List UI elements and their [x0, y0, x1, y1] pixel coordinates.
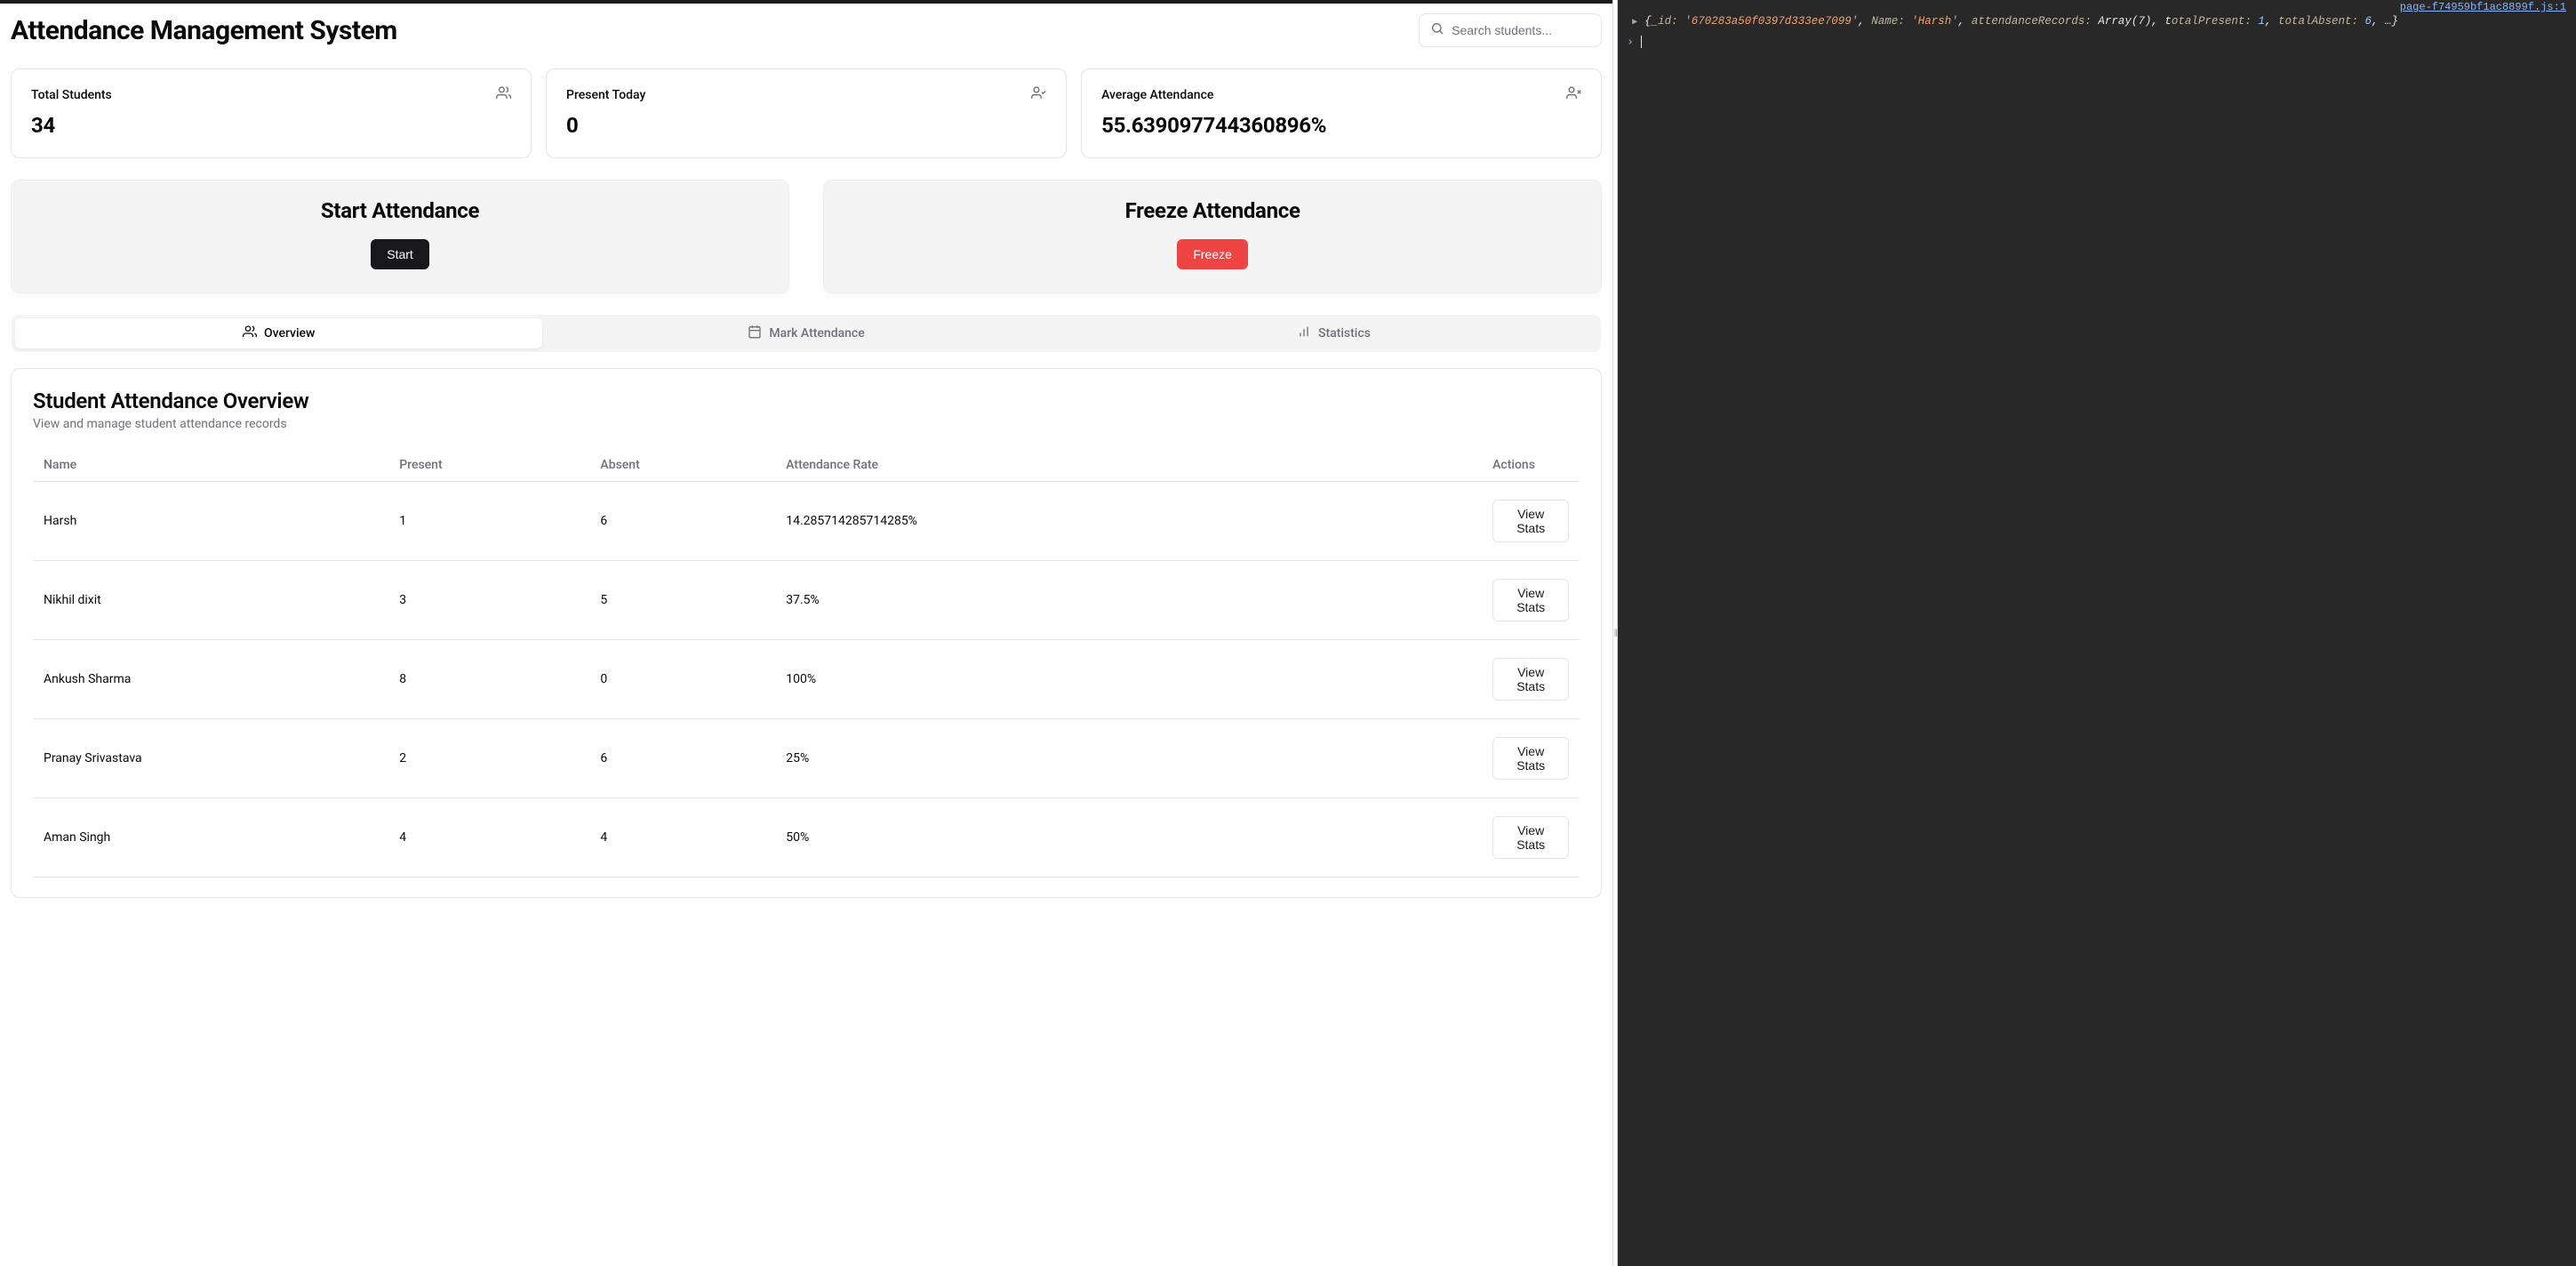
cell-absent: 6	[589, 482, 775, 561]
attendance-table: Name Present Absent Attendance Rate Acti…	[33, 449, 1580, 877]
table-row: Pranay Srivastava2625%View Stats	[33, 719, 1580, 798]
expand-arrow-icon[interactable]: ▶	[1625, 13, 1644, 30]
start-attendance-card: Start Attendance Start	[11, 180, 789, 293]
console-log-content: {_id: '670283a50f0397d333ee7099', Name: …	[1644, 13, 2398, 29]
app-pane: Attendance Management System Total Stude…	[0, 0, 1612, 1266]
cell-absent: 5	[589, 561, 775, 640]
cell-name: Aman Singh	[33, 798, 388, 877]
table-row: Nikhil dixit3537.5%View Stats	[33, 561, 1580, 640]
cell-present: 2	[388, 719, 589, 798]
cell-name: Harsh	[33, 482, 388, 561]
view-stats-button[interactable]: View Stats	[1492, 658, 1569, 701]
freeze-card-title: Freeze Attendance	[842, 198, 1583, 223]
tabs: Overview Mark Attendance Statistics	[12, 315, 1601, 352]
stat-value: 34	[31, 113, 511, 138]
table-row: Ankush Sharma80100%View Stats	[33, 640, 1580, 719]
search-icon	[1430, 21, 1452, 39]
cell-rate: 100%	[775, 640, 1482, 719]
stat-value: 0	[566, 113, 1046, 138]
user-check-icon	[1031, 85, 1046, 104]
stat-label: Average Attendance	[1101, 88, 1213, 102]
cell-name: Pranay Srivastava	[33, 719, 388, 798]
table-card-title: Student Attendance Overview	[33, 389, 1580, 413]
cell-rate: 25%	[775, 719, 1482, 798]
freeze-attendance-card: Freeze Attendance Freeze	[823, 180, 1602, 293]
stat-card-present: Present Today 0	[546, 68, 1067, 158]
cell-absent: 4	[589, 798, 775, 877]
start-button[interactable]: Start	[371, 239, 429, 269]
view-stats-button[interactable]: View Stats	[1492, 737, 1569, 780]
tab-statistics[interactable]: Statistics	[1070, 318, 1597, 349]
cell-rate: 37.5%	[775, 561, 1482, 640]
console-prompt[interactable]: ›	[1625, 36, 2569, 49]
prompt-chevron-icon: ›	[1625, 36, 1641, 49]
cell-present: 8	[388, 640, 589, 719]
table-header-row: Name Present Absent Attendance Rate Acti…	[33, 449, 1580, 482]
devtools-console[interactable]: page-f74959bf1ac8899f.js:1 ▶ {_id: '6702…	[1618, 0, 2576, 1266]
cell-present: 1	[388, 482, 589, 561]
pane-divider[interactable]: ||	[1612, 0, 1618, 1266]
col-rate: Attendance Rate	[775, 449, 1482, 482]
overview-table-card: Student Attendance Overview View and man…	[11, 368, 1602, 898]
col-present: Present	[388, 449, 589, 482]
cell-rate: 50%	[775, 798, 1482, 877]
table-row: Harsh1614.285714285714285%View Stats	[33, 482, 1580, 561]
search-input[interactable]	[1452, 23, 1590, 37]
header: Attendance Management System	[11, 13, 1602, 47]
view-stats-button[interactable]: View Stats	[1492, 816, 1569, 859]
action-cards: Start Attendance Start Freeze Attendance…	[11, 180, 1602, 293]
cell-present: 3	[388, 561, 589, 640]
cell-name: Nikhil dixit	[33, 561, 388, 640]
start-card-title: Start Attendance	[29, 198, 771, 223]
cell-present: 4	[388, 798, 589, 877]
search-box[interactable]	[1419, 13, 1602, 47]
stat-label: Present Today	[566, 88, 645, 102]
tab-label: Statistics	[1318, 326, 1371, 341]
tab-mark-attendance[interactable]: Mark Attendance	[542, 318, 1069, 349]
console-source-link[interactable]: page-f74959bf1ac8899f.js:1	[1625, 0, 2569, 13]
view-stats-button[interactable]: View Stats	[1492, 500, 1569, 542]
stat-label: Total Students	[31, 88, 112, 102]
stat-card-total: Total Students 34	[11, 68, 532, 158]
bar-chart-icon	[1297, 325, 1311, 342]
cell-absent: 0	[589, 640, 775, 719]
users-icon	[243, 325, 257, 342]
col-name: Name	[33, 449, 388, 482]
page-title: Attendance Management System	[11, 15, 397, 46]
col-actions: Actions	[1482, 449, 1580, 482]
user-x-icon	[1566, 85, 1581, 104]
stat-card-average: Average Attendance 55.639097744360896%	[1081, 68, 1602, 158]
stat-value: 55.639097744360896%	[1101, 113, 1581, 138]
console-log-line[interactable]: ▶ {_id: '670283a50f0397d333ee7099', Name…	[1625, 13, 2569, 30]
users-icon	[496, 85, 511, 104]
view-stats-button[interactable]: View Stats	[1492, 579, 1569, 621]
tab-overview[interactable]: Overview	[15, 318, 542, 349]
tab-label: Overview	[264, 326, 315, 341]
table-card-subtitle: View and manage student attendance recor…	[33, 417, 1580, 431]
stat-cards: Total Students 34 Present Today 0 Averag…	[11, 68, 1602, 158]
freeze-button[interactable]: Freeze	[1177, 239, 1248, 269]
table-row: Aman Singh4450%View Stats	[33, 798, 1580, 877]
cell-absent: 6	[589, 719, 775, 798]
calendar-icon	[748, 325, 762, 342]
cursor	[1641, 36, 1642, 48]
col-absent: Absent	[589, 449, 775, 482]
cell-rate: 14.285714285714285%	[775, 482, 1482, 561]
cell-name: Ankush Sharma	[33, 640, 388, 719]
divider-handle-icon: ||	[1614, 629, 1617, 638]
tab-label: Mark Attendance	[769, 326, 864, 341]
